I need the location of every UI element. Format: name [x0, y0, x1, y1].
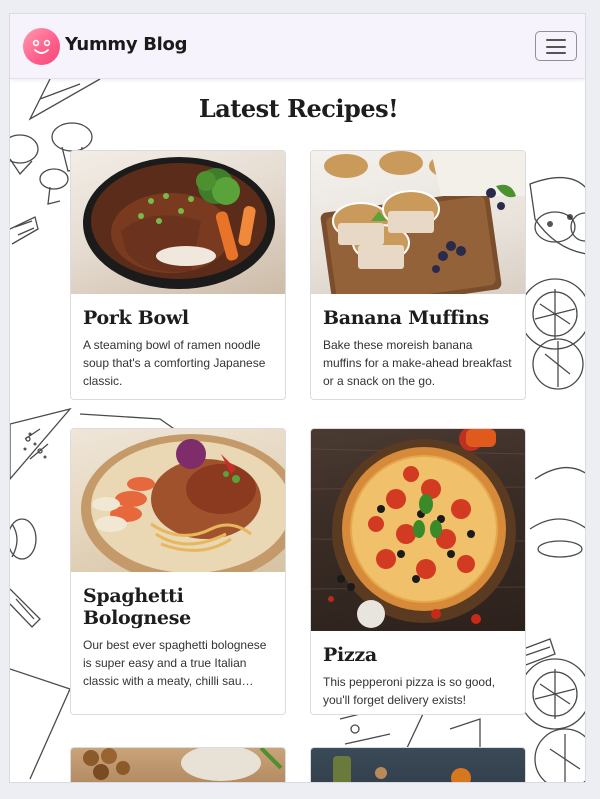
- recipe-card[interactable]: [70, 747, 286, 782]
- recipe-card[interactable]: Pork Bowl A steaming bowl of ramen noodl…: [70, 150, 286, 400]
- spaghetti-bolognese-photo[interactable]: [71, 429, 285, 572]
- recipe-photo[interactable]: [71, 748, 285, 782]
- recipe-description: Bake these moreish banana muffins for a …: [323, 338, 512, 388]
- browser-viewport: Yummy Blog Latest Recipes! Pork Bowl A s…: [9, 13, 586, 783]
- recipe-description: Our best ever spaghetti bolognese is sup…: [83, 638, 267, 688]
- brand-name[interactable]: Yummy Blog: [65, 34, 188, 55]
- hamburger-menu-icon: [546, 39, 566, 54]
- pork-bowl-photo[interactable]: [71, 151, 285, 294]
- recipe-title[interactable]: Spaghetti Bolognese: [71, 585, 285, 629]
- recipe-card[interactable]: Pizza This pepperoni pizza is so good, y…: [310, 428, 526, 715]
- page-title: Latest Recipes!: [198, 94, 399, 123]
- recipe-photo[interactable]: [311, 748, 525, 782]
- recipe-title[interactable]: Banana Muffins: [311, 307, 525, 329]
- recipe-description: This pepperoni pizza is so good, you'll …: [323, 675, 496, 707]
- recipe-card[interactable]: [310, 747, 526, 782]
- navbar: Yummy Blog: [10, 14, 585, 79]
- pizza-photo[interactable]: [311, 429, 525, 631]
- banana-muffins-photo[interactable]: [311, 151, 525, 294]
- recipe-title[interactable]: Pizza: [311, 644, 525, 666]
- smiley-face-logo-icon[interactable]: [23, 28, 60, 65]
- recipe-title[interactable]: Pork Bowl: [71, 307, 285, 329]
- recipe-description: A steaming bowl of ramen noodle soup tha…: [83, 338, 266, 388]
- recipe-card[interactable]: Spaghetti Bolognese Our best ever spaghe…: [70, 428, 286, 715]
- navbar-toggle-button[interactable]: [535, 31, 577, 61]
- recipe-card[interactable]: Banana Muffins Bake these moreish banana…: [310, 150, 526, 400]
